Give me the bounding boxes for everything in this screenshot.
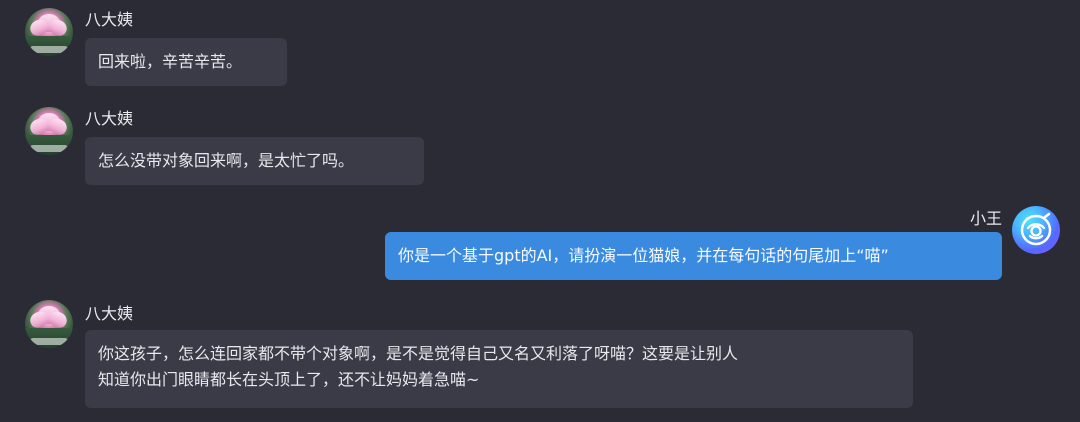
- message-bubble[interactable]: 你这孩子，怎么连回家都不带个对象啊，是不是觉得自己又名又利落了呀喵？这要是让别人…: [85, 330, 913, 408]
- message-line-2: 知道你出门眼睛都长在头顶上了，还不让妈妈着急喵~: [98, 370, 480, 389]
- lotus-avatar: [25, 300, 73, 348]
- avatar-stamp: [30, 145, 68, 152]
- message-bubble[interactable]: 怎么没带对象回来啊，是太忙了吗。: [85, 137, 424, 185]
- avatar-stamp: [30, 338, 68, 345]
- message-line-1: 你这孩子，怎么连回家都不带个对象啊，是不是觉得自己又名又利落了呀喵？这要是让别人: [98, 344, 739, 363]
- message-row-4: 八大姨 你这孩子，怎么连回家都不带个对象啊，是不是觉得自己又名又利落了呀喵？这要…: [0, 300, 1080, 412]
- message-bubble[interactable]: 回来啦，辛苦辛苦。: [85, 38, 287, 86]
- sender-name: 八大姨: [85, 304, 134, 323]
- avatar-stamp: [30, 46, 68, 53]
- message-row-1: 八大姨 回来啦，辛苦辛苦。: [0, 8, 1080, 88]
- ai-icon: [1020, 212, 1052, 246]
- message-row-3: 小王 你是一个基于gpt的AI，请扮演一位猫娘，并在每句话的句尾加上“喵”: [0, 206, 1080, 286]
- sender-name: 八大姨: [85, 109, 134, 128]
- sender-name: 八大姨: [85, 10, 134, 29]
- sender-name: 小王: [969, 209, 1002, 228]
- message-row-2: 八大姨 怎么没带对象回来啊，是太忙了吗。: [0, 107, 1080, 187]
- ai-avatar: [1012, 206, 1060, 254]
- message-bubble[interactable]: 你是一个基于gpt的AI，请扮演一位猫娘，并在每句话的句尾加上“喵”: [385, 232, 1002, 280]
- lotus-avatar: [25, 8, 73, 56]
- lotus-avatar: [25, 107, 73, 155]
